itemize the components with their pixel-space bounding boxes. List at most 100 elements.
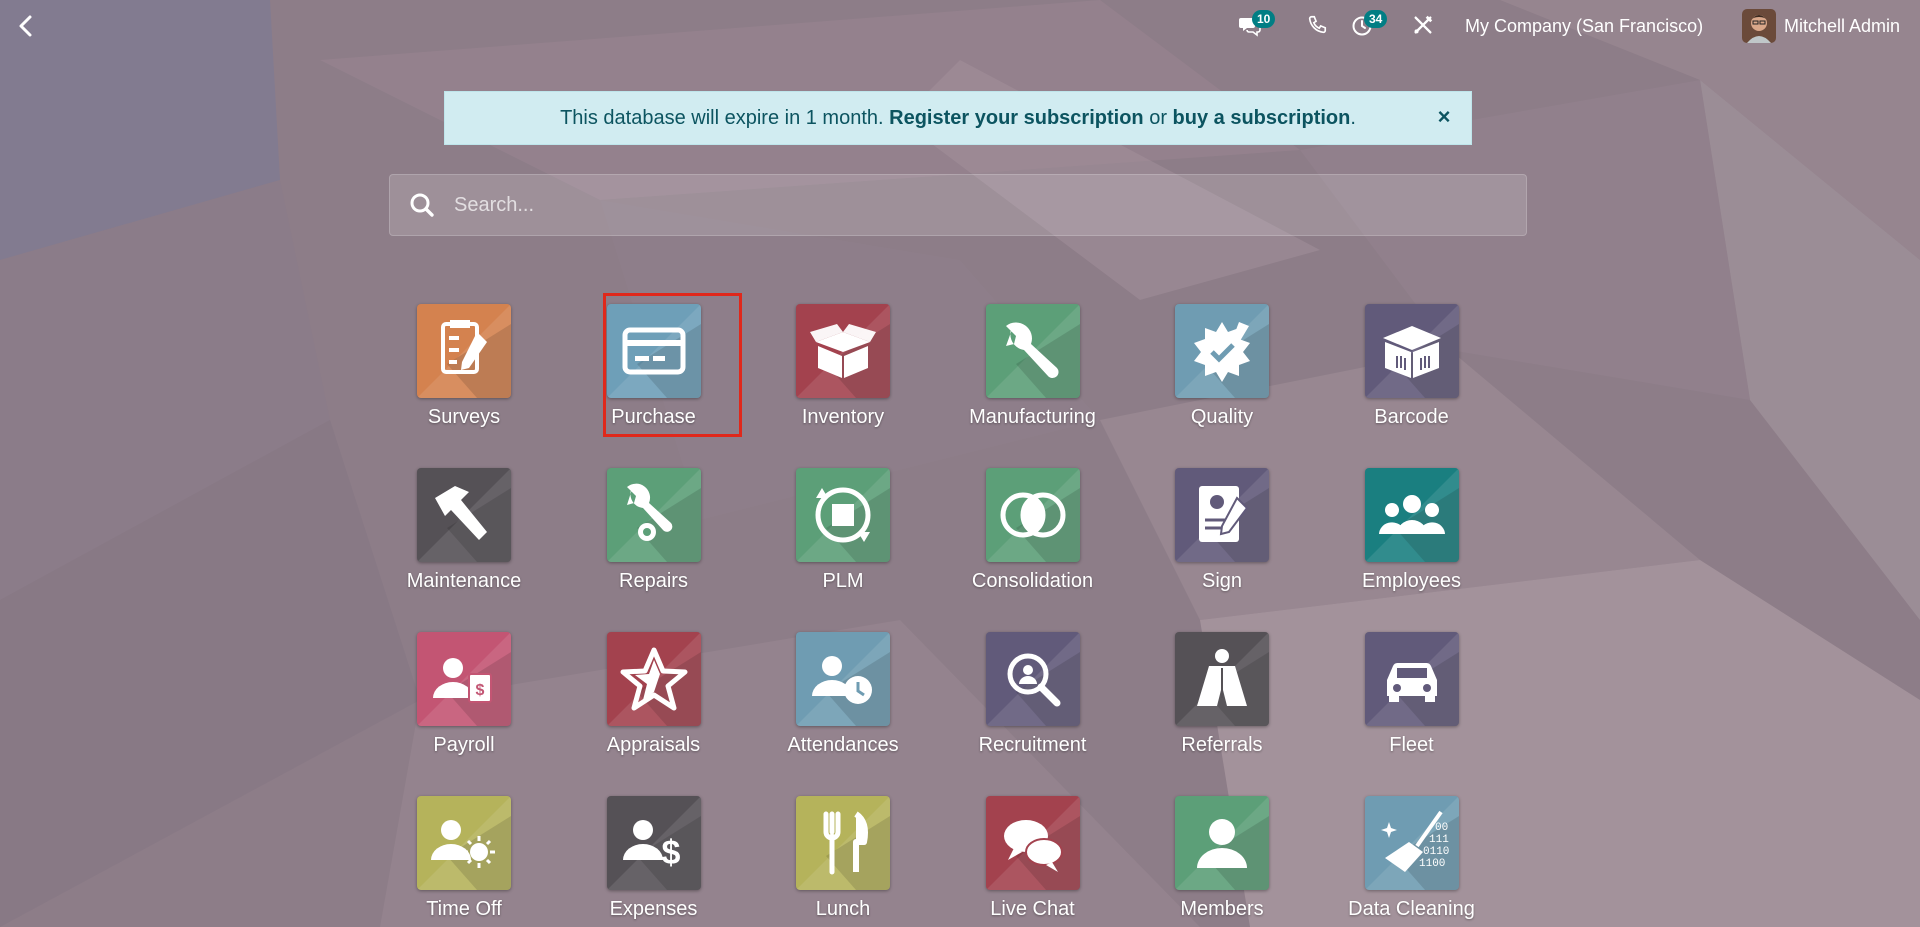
app-recruitment[interactable]: Recruitment	[958, 618, 1108, 768]
person-sun-icon	[417, 796, 511, 890]
chevron-left-icon[interactable]	[12, 12, 40, 40]
app-label: Recruitment	[978, 734, 1087, 756]
search-bar	[389, 174, 1527, 236]
svg-text:0110: 0110	[1423, 846, 1449, 858]
app-attendances[interactable]: Attendances	[768, 618, 918, 768]
app-label: Purchase	[611, 406, 696, 428]
app-label: Appraisals	[606, 734, 701, 756]
search-icon	[410, 193, 434, 217]
person-icon	[1175, 796, 1269, 890]
app-label: Consolidation	[971, 570, 1094, 592]
svg-text:$: $	[661, 834, 680, 872]
app-label: Surveys	[427, 406, 501, 428]
app-label: Live Chat	[990, 898, 1075, 920]
messages-button[interactable]: 10	[1238, 10, 1276, 40]
app-quality[interactable]: Quality	[1147, 290, 1297, 440]
app-label: Inventory	[801, 406, 885, 428]
svg-text:111: 111	[1429, 834, 1449, 846]
overlapping-circles-icon	[985, 468, 1080, 562]
app-label: Maintenance	[406, 570, 522, 592]
app-label: PLM	[822, 570, 864, 592]
svg-text:00: 00	[1435, 822, 1448, 834]
app-grid: Surveys Purchase Inventory Manufacturing Qua…	[389, 290, 1529, 927]
hammer-icon	[417, 468, 511, 562]
top-bar: 10 34 My Company (San Francisco) Mitchel…	[0, 0, 1920, 52]
people-group-icon	[1364, 468, 1459, 562]
debug-tools-button[interactable]	[1412, 14, 1438, 40]
app-label: Lunch	[815, 898, 871, 920]
app-label: Barcode	[1374, 406, 1449, 428]
app-inventory[interactable]: Inventory	[768, 290, 918, 440]
fork-knife-icon	[796, 796, 890, 890]
app-lunch[interactable]: Lunch	[768, 782, 918, 927]
app-purchase[interactable]: Purchase	[579, 290, 729, 440]
app-label: Quality	[1190, 406, 1254, 428]
person-clock-icon	[796, 632, 890, 726]
tools-icon	[1414, 15, 1433, 34]
app-label: Manufacturing	[969, 406, 1096, 428]
signature-document-icon	[1175, 468, 1269, 562]
user-name: Mitchell Admin	[1784, 15, 1901, 36]
messages-count-badge: 10	[1252, 10, 1276, 28]
broom-binary-icon: 00 111 0110 1100	[1364, 796, 1459, 890]
app-manufacturing[interactable]: Manufacturing	[958, 290, 1108, 440]
alert-end-text: .	[1350, 106, 1356, 129]
app-surveys[interactable]: Surveys	[389, 290, 539, 440]
buy-subscription-link[interactable]: buy a subscription	[1173, 107, 1351, 129]
app-label: Repairs	[619, 570, 688, 592]
app-label: Expenses	[609, 898, 698, 920]
company-switcher[interactable]: My Company (San Francisco)	[1465, 16, 1703, 37]
app-label: Data Cleaning	[1348, 898, 1475, 920]
app-repairs[interactable]: Repairs	[579, 454, 729, 604]
phone-icon	[1308, 15, 1327, 34]
wrench-icon	[985, 304, 1080, 398]
app-label: Employees	[1362, 570, 1461, 592]
register-subscription-link[interactable]: Register your subscription	[889, 107, 1144, 129]
app-label: Attendances	[787, 734, 899, 756]
activities-button[interactable]: 34	[1350, 10, 1388, 40]
app-expenses[interactable]: $ Expenses	[579, 782, 729, 927]
app-maintenance[interactable]: Maintenance	[389, 454, 539, 604]
app-label: Payroll	[433, 734, 495, 756]
app-members[interactable]: Members	[1147, 782, 1297, 927]
app-barcode[interactable]: Barcode	[1337, 290, 1487, 440]
app-label: Sign	[1201, 570, 1243, 592]
app-payroll[interactable]: $ Payroll	[389, 618, 539, 768]
app-data-cleaning[interactable]: 00 111 0110 1100 Data Cleaning	[1337, 782, 1487, 927]
activities-count-badge: 34	[1364, 10, 1388, 28]
app-fleet[interactable]: Fleet	[1337, 618, 1487, 768]
search-input[interactable]	[452, 192, 1456, 218]
survey-clipboard-icon	[417, 304, 511, 398]
app-label: Members	[1180, 898, 1264, 920]
app-employees[interactable]: Employees	[1337, 454, 1487, 604]
person-payslip-icon: $	[417, 632, 511, 726]
car-icon	[1364, 632, 1459, 726]
app-referrals[interactable]: Referrals	[1147, 618, 1297, 768]
phone-button[interactable]	[1306, 14, 1332, 40]
cycle-box-icon	[796, 468, 890, 562]
open-box-icon	[796, 304, 890, 398]
wrench-gear-icon	[606, 468, 701, 562]
app-label: Time Off	[426, 898, 502, 920]
credit-card-icon	[606, 304, 701, 398]
app-consolidation[interactable]: Consolidation	[958, 454, 1108, 604]
app-sign[interactable]: Sign	[1147, 454, 1297, 604]
avatar	[1742, 9, 1776, 43]
subscription-alert: This database will expire in 1 month. Re…	[444, 91, 1472, 145]
chat-bubbles-icon	[985, 796, 1080, 890]
app-label: Referrals	[1181, 734, 1263, 756]
alert-text: This database will expire in 1 month.	[560, 106, 890, 129]
app-time-off[interactable]: Time Off	[389, 782, 539, 927]
close-icon[interactable]: ×	[1433, 106, 1455, 128]
alert-or-text: or	[1143, 106, 1173, 129]
person-dollar-icon: $	[606, 796, 701, 890]
barcode-box-icon	[1364, 304, 1459, 398]
app-appraisals[interactable]: Appraisals	[579, 618, 729, 768]
svg-text:1100: 1100	[1419, 858, 1445, 870]
hero-cape-icon	[1175, 632, 1269, 726]
magnifier-person-icon	[985, 632, 1080, 726]
app-live-chat[interactable]: Live Chat	[958, 782, 1108, 927]
user-menu[interactable]: Mitchell Admin	[1742, 9, 1900, 43]
app-plm[interactable]: PLM	[768, 454, 918, 604]
quality-seal-icon	[1175, 304, 1269, 398]
